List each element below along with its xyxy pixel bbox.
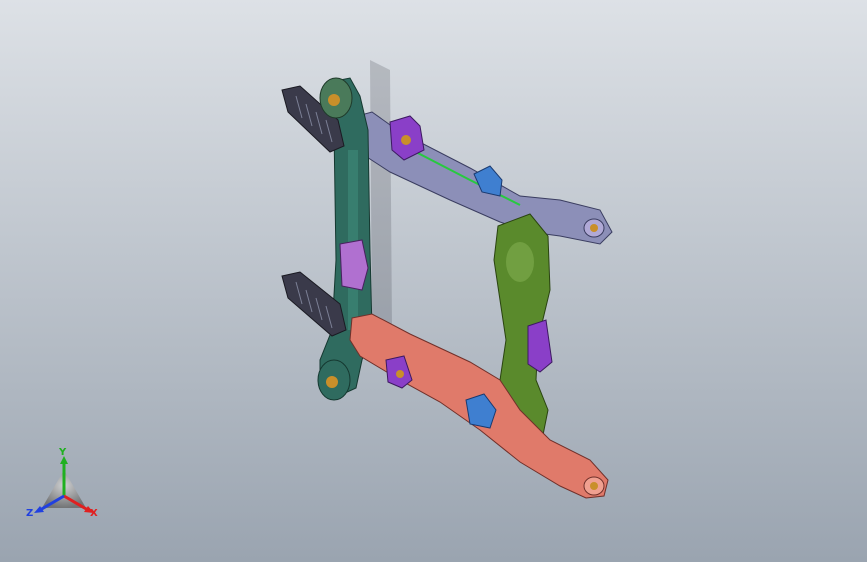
- left-rail-highlight: [348, 150, 358, 330]
- subframe-model[interactable]: [0, 0, 867, 562]
- bottom-rail-right-bushing-center: [590, 482, 598, 490]
- upper-left-mount[interactable]: [319, 77, 353, 119]
- z-axis-label: Z: [26, 508, 33, 519]
- model-shadow: [370, 60, 392, 330]
- top-rail-right-bushing-center: [590, 224, 598, 232]
- left-mid-bracket[interactable]: [339, 239, 369, 291]
- y-axis-label: Y: [58, 448, 67, 458]
- coordinate-triad: Y X Z: [26, 448, 98, 519]
- lower-left-mount[interactable]: [317, 359, 351, 401]
- right-rail-boss: [506, 242, 534, 282]
- graphics-viewport[interactable]: Y X Z: [0, 0, 867, 562]
- right-bracket[interactable]: [527, 319, 553, 373]
- x-axis-label: X: [90, 508, 98, 519]
